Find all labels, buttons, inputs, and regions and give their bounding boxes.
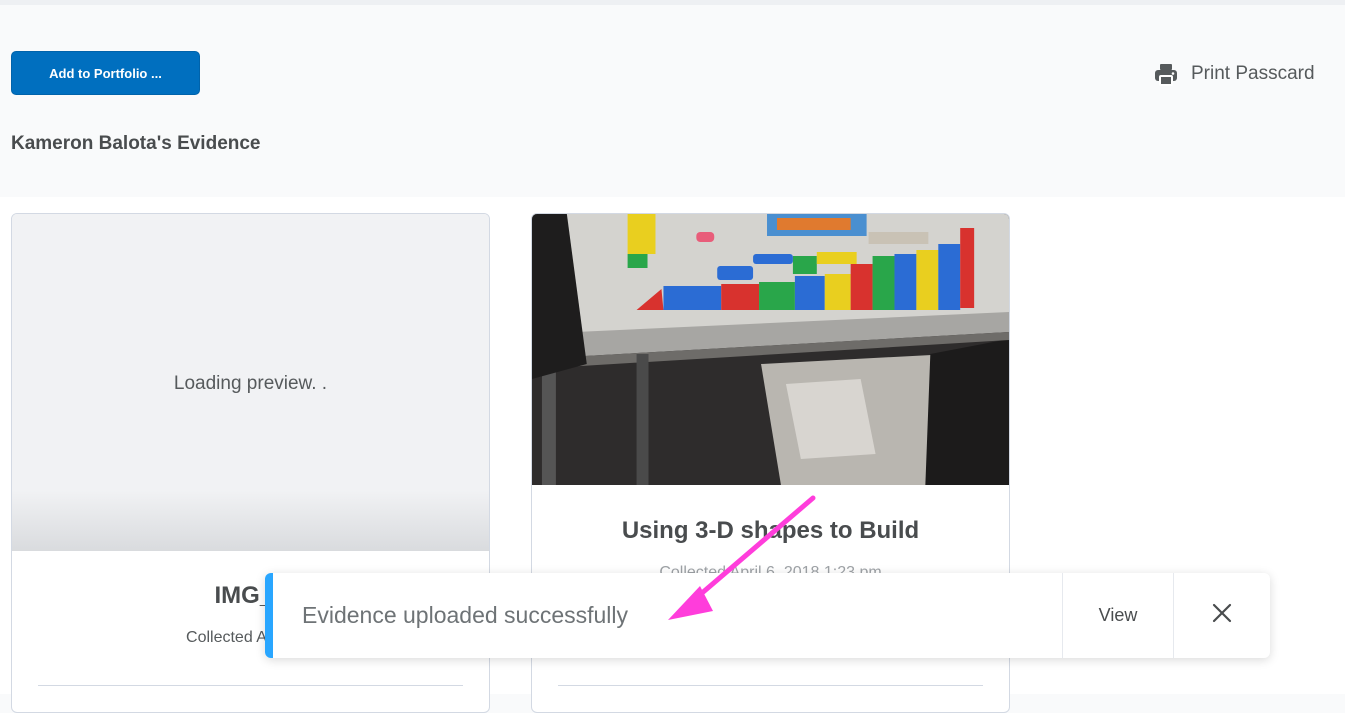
card-divider [38, 685, 463, 686]
card-title[interactable]: Using 3-D shapes to Build [532, 517, 1009, 545]
add-to-portfolio-button[interactable]: Add to Portfolio ... [11, 51, 200, 95]
print-passcard-label: Print Passcard [1191, 63, 1315, 84]
close-icon [1212, 603, 1232, 628]
preview-placeholder: Loading preview. . [12, 214, 489, 551]
evidence-photo[interactable] [532, 214, 1009, 485]
toast-message: Evidence uploaded successfully [302, 602, 629, 628]
print-passcard-link[interactable]: Print Passcard [1153, 60, 1315, 88]
toast-accent-bar [265, 573, 273, 658]
top-strip [0, 0, 1345, 5]
toast-view-button[interactable]: View [1062, 573, 1173, 658]
loading-preview-text: Loading preview. . [173, 372, 328, 394]
upload-success-toast: Evidence uploaded successfully View [265, 573, 1270, 658]
printer-icon [1153, 61, 1179, 87]
page-title: Kameron Balota's Evidence [11, 133, 261, 154]
card-divider [558, 685, 983, 686]
toast-close-button[interactable] [1173, 573, 1270, 658]
